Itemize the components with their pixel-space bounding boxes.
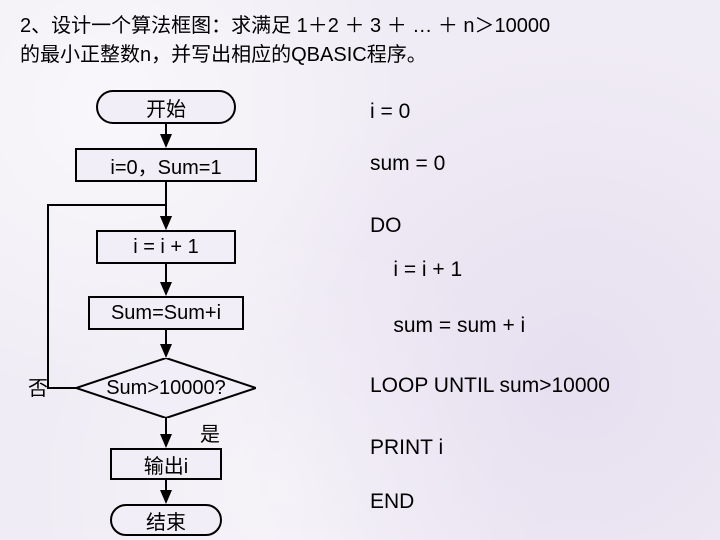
code-line-5: sum = sum + i (370, 314, 525, 338)
code-line-3: DO (370, 214, 402, 238)
code-line-1: i = 0 (370, 100, 410, 124)
code-line-7: PRINT i (370, 436, 443, 460)
code-line-4: i = i + 1 (370, 258, 462, 282)
code-line-8: END (370, 490, 414, 514)
code-line-6: LOOP UNTIL sum>10000 (370, 374, 610, 398)
flow-arrows (0, 0, 720, 540)
code-line-2: sum = 0 (370, 152, 445, 176)
